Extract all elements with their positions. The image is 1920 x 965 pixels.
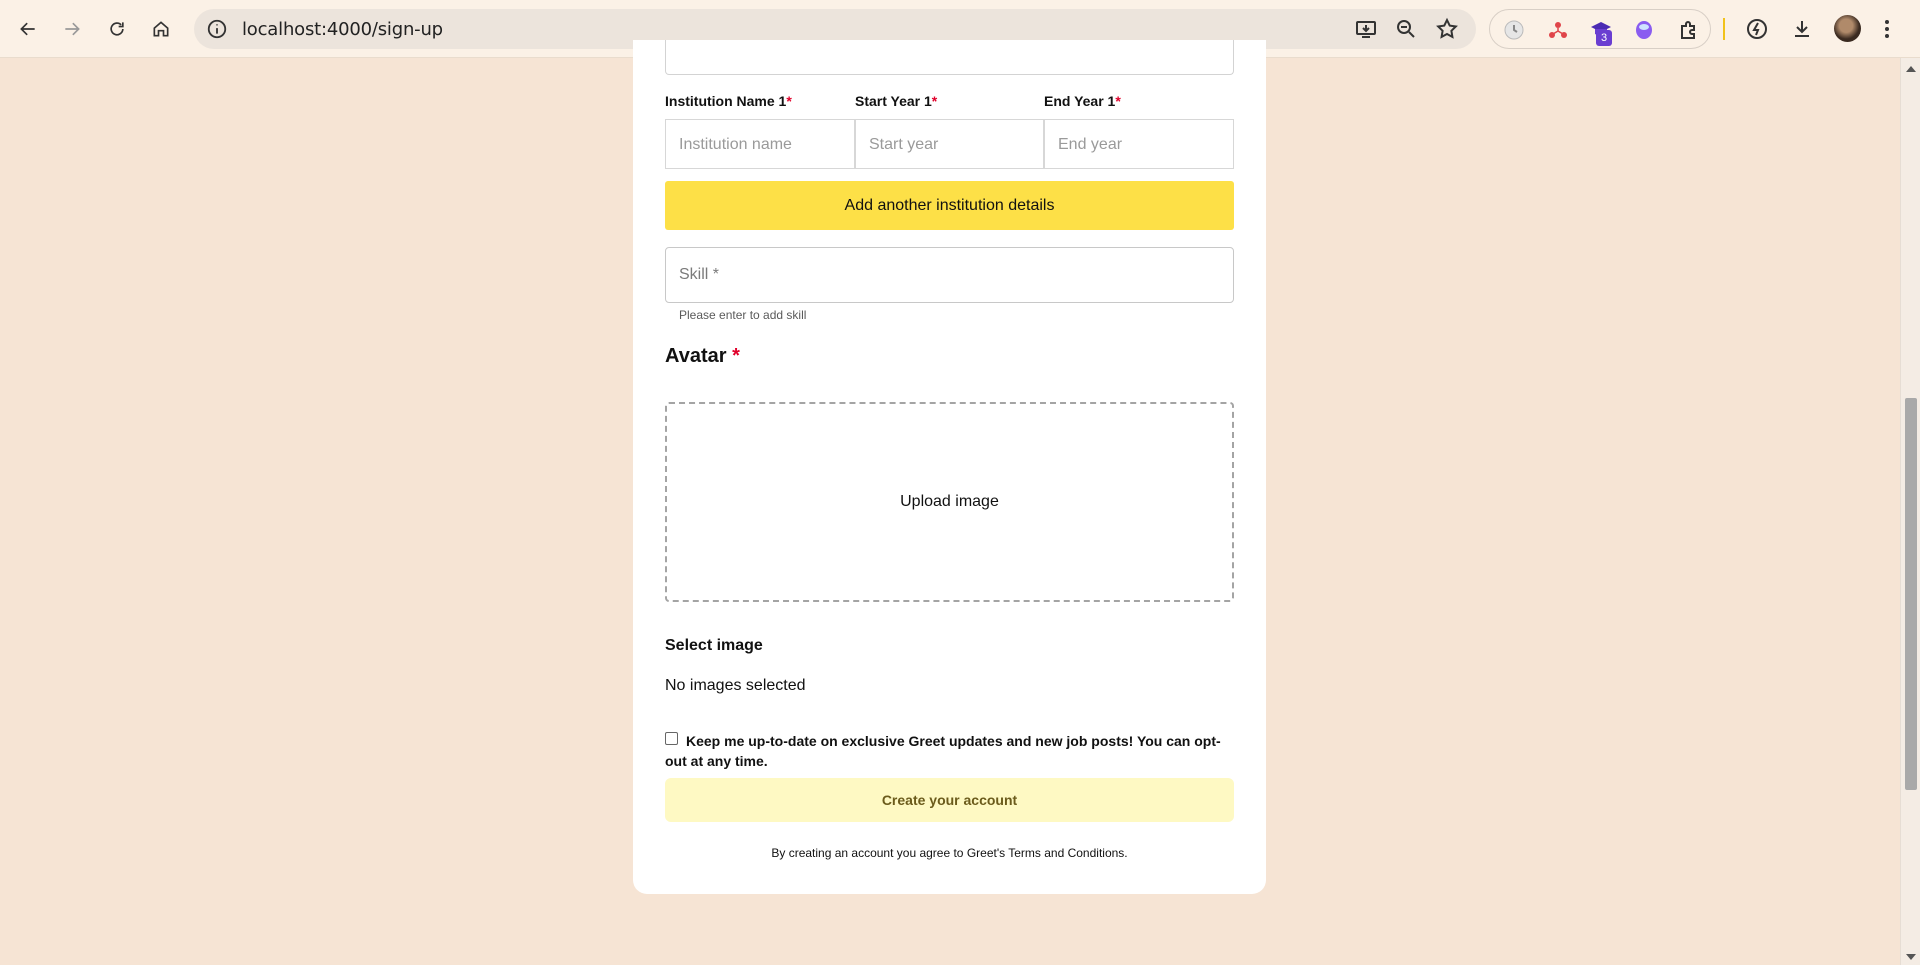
- institution-label: Institution Name 1*: [665, 93, 792, 109]
- upload-image-dropzone[interactable]: Upload image: [665, 402, 1234, 602]
- download-icon[interactable]: [1790, 17, 1814, 41]
- start-year-input[interactable]: Start year: [855, 119, 1044, 169]
- bookmark-star-icon[interactable]: [1435, 17, 1459, 41]
- select-image-title: Select image: [665, 637, 763, 654]
- extension-badge: 3: [1596, 30, 1612, 46]
- back-icon[interactable]: [12, 13, 44, 45]
- optin-label: Keep me up-to-date on exclusive Greet up…: [665, 733, 1221, 769]
- scroll-down-icon[interactable]: [1906, 954, 1916, 960]
- scroll-up-icon[interactable]: [1906, 66, 1916, 72]
- create-account-button[interactable]: Create your account: [665, 778, 1234, 822]
- install-app-icon[interactable]: [1354, 17, 1378, 41]
- terms-text: By creating an account you agree to Gree…: [771, 846, 1128, 860]
- upload-image-label: Upload image: [900, 493, 999, 510]
- url-text[interactable]: localhost:4000/sign-up: [242, 19, 443, 40]
- previous-field[interactable]: [665, 40, 1234, 75]
- home-icon[interactable]: [145, 13, 177, 45]
- no-images-text: No images selected: [665, 677, 806, 694]
- zoom-icon[interactable]: [1394, 17, 1418, 41]
- profile-avatar[interactable]: [1834, 15, 1861, 42]
- reload-icon[interactable]: [101, 13, 133, 45]
- performance-icon[interactable]: [1745, 17, 1769, 41]
- scroll-thumb[interactable]: [1905, 398, 1917, 790]
- end-year-input[interactable]: End year: [1044, 119, 1234, 169]
- toolbar-divider: [1723, 18, 1725, 40]
- menu-dots-icon[interactable]: [1880, 17, 1894, 41]
- extension-network-icon[interactable]: [1546, 18, 1570, 42]
- extension-clock-icon[interactable]: [1502, 18, 1526, 42]
- extensions-puzzle-icon[interactable]: [1677, 18, 1701, 42]
- avatar-title: Avatar *: [665, 345, 740, 367]
- institution-name-input[interactable]: Institution name: [665, 119, 855, 169]
- end-year-label: End Year 1*: [1044, 93, 1121, 109]
- extension-blob-icon[interactable]: [1632, 18, 1656, 42]
- add-institution-button[interactable]: Add another institution details: [665, 181, 1234, 230]
- page-scrollbar[interactable]: [1900, 58, 1920, 965]
- site-info-icon[interactable]: [206, 18, 228, 40]
- skill-input[interactable]: Skill *: [665, 247, 1234, 303]
- optin-checkbox[interactable]: [665, 732, 678, 745]
- skill-helper-text: Please enter to add skill: [679, 308, 807, 322]
- start-year-label: Start Year 1*: [855, 93, 938, 109]
- forward-icon[interactable]: [56, 13, 88, 45]
